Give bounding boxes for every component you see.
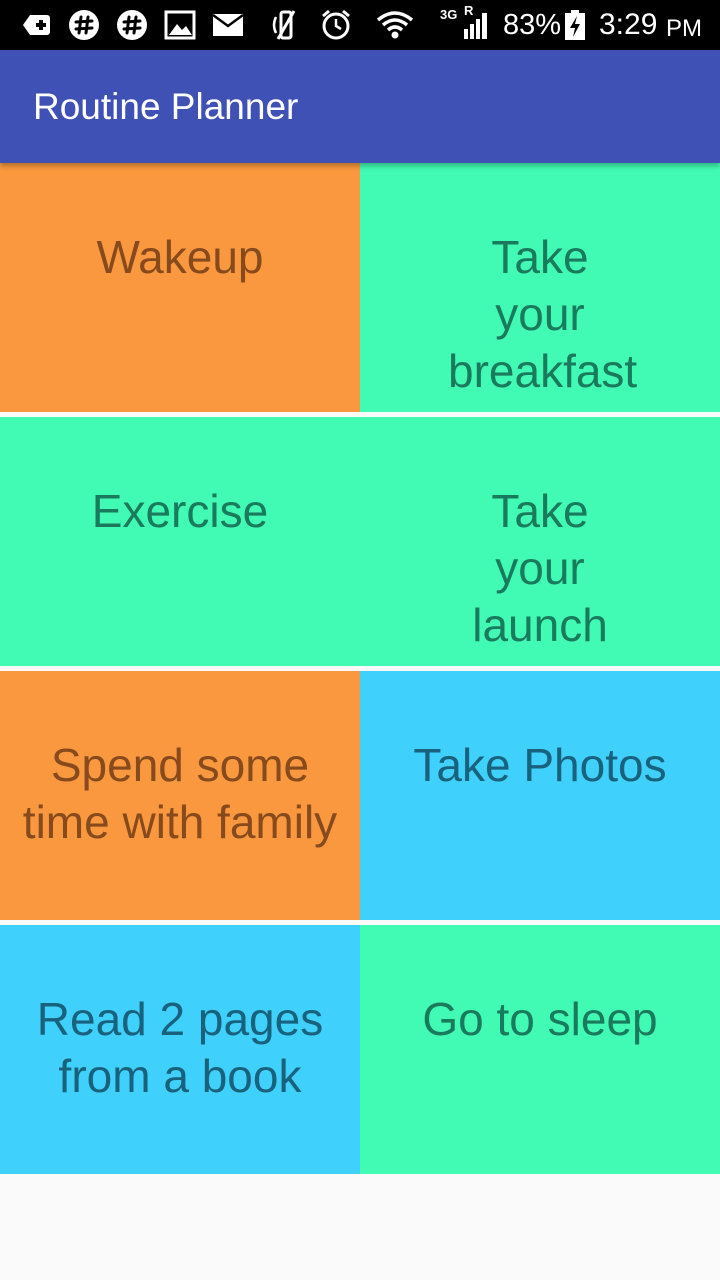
tile-wakeup[interactable]: Wakeup (0, 163, 360, 412)
tile-label: Wakeup (96, 231, 264, 283)
slack-icon (68, 9, 100, 41)
tile-go-to-sleep[interactable]: Go to sleep (360, 925, 720, 1174)
tile-label: Go to sleep (422, 993, 658, 1045)
clock-time: 3:29 (599, 8, 658, 41)
tile-take-your-breakfast[interactable]: Take your breakfast (360, 163, 720, 412)
tile-exercise[interactable]: Exercise (0, 417, 360, 666)
status-bar: 3G R 83% 3:29 PM (0, 0, 720, 50)
page-title: Routine Planner (33, 86, 299, 127)
tile-read-pages[interactable]: Read 2 pages from a book (0, 925, 360, 1174)
tile-spend-time-with-family[interactable]: Spend some time with family (0, 671, 360, 920)
tile-label: Exercise (91, 485, 269, 537)
wifi-icon (376, 9, 414, 41)
tile-label: Take Photos (413, 739, 667, 791)
network-type-label: 3G (440, 7, 458, 22)
image-icon (164, 9, 196, 41)
tile-take-photos[interactable]: Take Photos (360, 671, 720, 920)
mail-icon (212, 9, 244, 41)
tile-take-your-launch[interactable]: Take your launch (360, 417, 720, 666)
clock-ampm: PM (666, 15, 702, 42)
tile-label: Read 2 pages from a book (36, 993, 324, 1102)
battery-percent: 83% (503, 9, 562, 41)
tile-label: Take your breakfast (448, 231, 638, 397)
battery-charging-icon (563, 9, 587, 41)
tile-label: Take your launch (472, 485, 608, 651)
tile-label: Spend some time with family (22, 739, 338, 848)
signal-icon (460, 9, 492, 41)
alarm-icon (320, 9, 352, 41)
app-bar: Routine Planner (0, 50, 720, 163)
add-box-icon (20, 9, 52, 41)
mute-icon (270, 9, 302, 41)
slack-icon (116, 9, 148, 41)
